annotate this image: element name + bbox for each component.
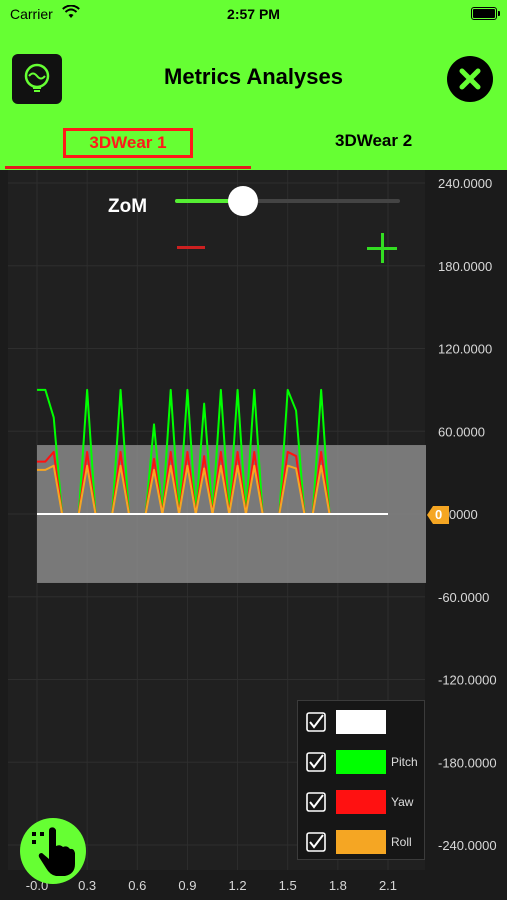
legend-item[interactable]: Pitch <box>298 749 426 775</box>
legend-label: Roll <box>391 835 412 849</box>
tab-3dwear-2[interactable]: 3DWear 2 <box>335 131 412 151</box>
checkbox-checked-icon[interactable] <box>306 792 326 812</box>
tab-selected-indicator <box>5 166 251 169</box>
legend-swatch <box>336 790 386 814</box>
zoom-slider-thumb[interactable] <box>227 186 258 216</box>
hand-pointer-icon <box>32 827 75 876</box>
checkbox-checked-icon[interactable] <box>306 832 326 852</box>
header-bar: Carrier 2:57 PM Metrics Analyses 3DWear … <box>0 0 507 170</box>
y-tick-label: -60.0000 <box>438 590 489 605</box>
status-time: 2:57 PM <box>227 6 280 22</box>
tab-3dwear-1[interactable]: 3DWear 1 <box>63 128 193 158</box>
status-bar: Carrier 2:57 PM <box>0 0 507 28</box>
x-tick-label: 1.8 <box>329 878 347 893</box>
x-tick-label: 1.5 <box>279 878 297 893</box>
zoom-label: ZoM <box>108 196 148 217</box>
legend-swatch <box>336 830 386 854</box>
y-tick-label: -120.0000 <box>438 673 497 688</box>
marker-value: 0 <box>435 507 443 522</box>
legend-swatch <box>336 750 386 774</box>
checkbox-checked-icon[interactable] <box>306 752 326 772</box>
y-tick-label: 60.0000 <box>438 424 485 439</box>
page-title: Metrics Analyses <box>164 64 343 89</box>
y-tick-label: -180.0000 <box>438 755 497 770</box>
legend-label: Yaw <box>391 795 414 809</box>
x-tick-label: 0.9 <box>178 878 196 893</box>
x-tick-label: 2.1 <box>379 878 397 893</box>
y-tick-label: 240.0000 <box>438 176 492 191</box>
legend-label: Pitch <box>391 755 418 769</box>
close-button[interactable] <box>447 56 493 102</box>
y-tick-label: -240.0000 <box>438 838 497 853</box>
battery-icon <box>471 7 500 20</box>
x-tick-label: 0.6 <box>128 878 146 893</box>
touch-mode-button[interactable] <box>20 818 86 884</box>
checkbox-checked-icon[interactable] <box>306 712 326 732</box>
legend-item[interactable] <box>298 709 426 735</box>
close-icon <box>459 68 481 90</box>
y-tick-label: 120.0000 <box>438 342 492 357</box>
legend-item[interactable]: Yaw <box>298 789 426 815</box>
zoom-out-button[interactable] <box>175 238 207 258</box>
zoom-slider[interactable] <box>175 186 400 216</box>
value-marker[interactable]: 0 <box>427 504 449 526</box>
legend-swatch <box>336 710 386 734</box>
legend-item[interactable]: Roll <box>298 829 426 855</box>
y-tick-label: 180.0000 <box>438 259 492 274</box>
chart-legend: Pitch Yaw Roll <box>297 700 425 860</box>
metrics-chart[interactable]: 240.0000180.0000120.000060.00000.0000-60… <box>0 170 507 900</box>
x-tick-label: 1.2 <box>229 878 247 893</box>
zoom-in-button[interactable] <box>366 232 398 264</box>
